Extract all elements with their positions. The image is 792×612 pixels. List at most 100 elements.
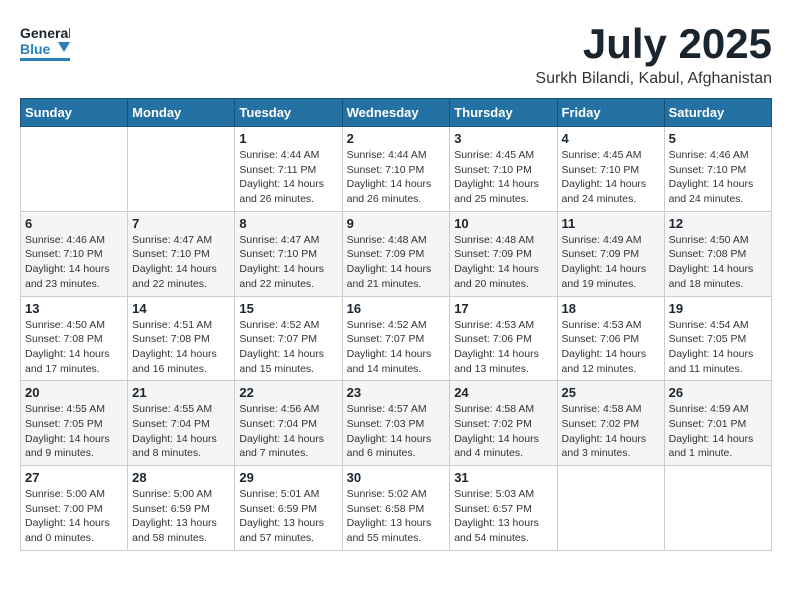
- day-number: 28: [132, 470, 230, 485]
- day-number: 4: [562, 131, 660, 146]
- day-info: Sunrise: 4:52 AM Sunset: 7:07 PM Dayligh…: [239, 318, 337, 377]
- week-row-3: 13 Sunrise: 4:50 AM Sunset: 7:08 PM Dayli…: [21, 296, 772, 381]
- day-info: Sunrise: 4:49 AM Sunset: 7:09 PM Dayligh…: [562, 233, 660, 292]
- day-number: 15: [239, 301, 337, 316]
- day-info: Sunrise: 4:47 AM Sunset: 7:10 PM Dayligh…: [239, 233, 337, 292]
- day-number: 7: [132, 216, 230, 231]
- day-number: 13: [25, 301, 123, 316]
- day-info: Sunrise: 4:58 AM Sunset: 7:02 PM Dayligh…: [454, 402, 552, 461]
- day-info: Sunrise: 5:01 AM Sunset: 6:59 PM Dayligh…: [239, 487, 337, 546]
- day-number: 30: [347, 470, 446, 485]
- day-info: Sunrise: 4:53 AM Sunset: 7:06 PM Dayligh…: [562, 318, 660, 377]
- weekday-header-monday: Monday: [128, 99, 235, 127]
- day-info: Sunrise: 4:55 AM Sunset: 7:04 PM Dayligh…: [132, 402, 230, 461]
- day-number: 17: [454, 301, 552, 316]
- day-number: 29: [239, 470, 337, 485]
- day-number: 22: [239, 385, 337, 400]
- weekday-header-wednesday: Wednesday: [342, 99, 450, 127]
- weekday-header-sunday: Sunday: [21, 99, 128, 127]
- week-row-1: 1 Sunrise: 4:44 AM Sunset: 7:11 PM Daylig…: [21, 127, 772, 212]
- week-row-2: 6 Sunrise: 4:46 AM Sunset: 7:10 PM Daylig…: [21, 211, 772, 296]
- day-number: 1: [239, 131, 337, 146]
- day-number: 9: [347, 216, 446, 231]
- calendar-cell: 20 Sunrise: 4:55 AM Sunset: 7:05 PM Dayli…: [21, 381, 128, 466]
- weekday-header-tuesday: Tuesday: [235, 99, 342, 127]
- day-number: 27: [25, 470, 123, 485]
- day-number: 20: [25, 385, 123, 400]
- calendar-cell: 25 Sunrise: 4:58 AM Sunset: 7:02 PM Dayli…: [557, 381, 664, 466]
- calendar-cell: 7 Sunrise: 4:47 AM Sunset: 7:10 PM Daylig…: [128, 211, 235, 296]
- title-block: July 2025 Surkh Bilandi, Kabul, Afghanis…: [535, 20, 772, 88]
- day-number: 18: [562, 301, 660, 316]
- day-number: 21: [132, 385, 230, 400]
- day-info: Sunrise: 4:56 AM Sunset: 7:04 PM Dayligh…: [239, 402, 337, 461]
- day-number: 14: [132, 301, 230, 316]
- day-number: 8: [239, 216, 337, 231]
- calendar-cell: [664, 466, 771, 551]
- day-number: 31: [454, 470, 552, 485]
- day-number: 25: [562, 385, 660, 400]
- weekday-header-saturday: Saturday: [664, 99, 771, 127]
- svg-text:Blue: Blue: [20, 41, 51, 57]
- calendar-cell: 14 Sunrise: 4:51 AM Sunset: 7:08 PM Dayli…: [128, 296, 235, 381]
- day-info: Sunrise: 4:47 AM Sunset: 7:10 PM Dayligh…: [132, 233, 230, 292]
- calendar-cell: 30 Sunrise: 5:02 AM Sunset: 6:58 PM Dayli…: [342, 466, 450, 551]
- calendar-cell: 10Sunrise: 4:48 AM Sunset: 7:09 PM Dayli…: [450, 211, 557, 296]
- calendar-cell: 13 Sunrise: 4:50 AM Sunset: 7:08 PM Dayli…: [21, 296, 128, 381]
- day-info: Sunrise: 4:44 AM Sunset: 7:11 PM Dayligh…: [239, 148, 337, 207]
- day-info: Sunrise: 4:46 AM Sunset: 7:10 PM Dayligh…: [25, 233, 123, 292]
- day-number: 16: [347, 301, 446, 316]
- weekday-header-row: SundayMondayTuesdayWednesdayThursdayFrid…: [21, 99, 772, 127]
- day-number: 6: [25, 216, 123, 231]
- calendar-cell: 9Sunrise: 4:48 AM Sunset: 7:09 PM Daylig…: [342, 211, 450, 296]
- day-info: Sunrise: 5:02 AM Sunset: 6:58 PM Dayligh…: [347, 487, 446, 546]
- calendar-cell: 24 Sunrise: 4:58 AM Sunset: 7:02 PM Dayli…: [450, 381, 557, 466]
- week-row-5: 27 Sunrise: 5:00 AM Sunset: 7:00 PM Dayli…: [21, 466, 772, 551]
- calendar-cell: [21, 127, 128, 212]
- calendar-cell: 2Sunrise: 4:44 AM Sunset: 7:10 PM Daylig…: [342, 127, 450, 212]
- day-info: Sunrise: 4:50 AM Sunset: 7:08 PM Dayligh…: [25, 318, 123, 377]
- day-info: Sunrise: 5:00 AM Sunset: 7:00 PM Dayligh…: [25, 487, 123, 546]
- calendar-cell: 6 Sunrise: 4:46 AM Sunset: 7:10 PM Daylig…: [21, 211, 128, 296]
- calendar-cell: 11Sunrise: 4:49 AM Sunset: 7:09 PM Dayli…: [557, 211, 664, 296]
- calendar-cell: 19 Sunrise: 4:54 AM Sunset: 7:05 PM Dayli…: [664, 296, 771, 381]
- month-title: July 2025: [535, 20, 772, 68]
- calendar-cell: 23 Sunrise: 4:57 AM Sunset: 7:03 PM Dayli…: [342, 381, 450, 466]
- weekday-header-friday: Friday: [557, 99, 664, 127]
- day-info: Sunrise: 4:46 AM Sunset: 7:10 PM Dayligh…: [669, 148, 767, 207]
- calendar-cell: 21 Sunrise: 4:55 AM Sunset: 7:04 PM Dayli…: [128, 381, 235, 466]
- calendar-cell: 5Sunrise: 4:46 AM Sunset: 7:10 PM Daylig…: [664, 127, 771, 212]
- day-number: 19: [669, 301, 767, 316]
- day-info: Sunrise: 4:45 AM Sunset: 7:10 PM Dayligh…: [562, 148, 660, 207]
- weekday-header-thursday: Thursday: [450, 99, 557, 127]
- calendar-cell: 8 Sunrise: 4:47 AM Sunset: 7:10 PM Daylig…: [235, 211, 342, 296]
- calendar-cell: 4 Sunrise: 4:45 AM Sunset: 7:10 PM Daylig…: [557, 127, 664, 212]
- week-row-4: 20 Sunrise: 4:55 AM Sunset: 7:05 PM Dayli…: [21, 381, 772, 466]
- calendar-cell: [557, 466, 664, 551]
- calendar-cell: 16 Sunrise: 4:52 AM Sunset: 7:07 PM Dayli…: [342, 296, 450, 381]
- day-info: Sunrise: 4:58 AM Sunset: 7:02 PM Dayligh…: [562, 402, 660, 461]
- calendar-cell: 22 Sunrise: 4:56 AM Sunset: 7:04 PM Dayli…: [235, 381, 342, 466]
- calendar-cell: 1 Sunrise: 4:44 AM Sunset: 7:11 PM Daylig…: [235, 127, 342, 212]
- logo-icon: General Blue: [20, 20, 70, 70]
- calendar-cell: 27 Sunrise: 5:00 AM Sunset: 7:00 PM Dayli…: [21, 466, 128, 551]
- calendar-cell: 31 Sunrise: 5:03 AM Sunset: 6:57 PM Dayli…: [450, 466, 557, 551]
- day-info: Sunrise: 5:00 AM Sunset: 6:59 PM Dayligh…: [132, 487, 230, 546]
- logo: General Blue: [20, 20, 74, 70]
- day-info: Sunrise: 4:51 AM Sunset: 7:08 PM Dayligh…: [132, 318, 230, 377]
- calendar-cell: 29 Sunrise: 5:01 AM Sunset: 6:59 PM Dayli…: [235, 466, 342, 551]
- day-info: Sunrise: 4:57 AM Sunset: 7:03 PM Dayligh…: [347, 402, 446, 461]
- calendar-table: SundayMondayTuesdayWednesdayThursdayFrid…: [20, 98, 772, 551]
- day-info: Sunrise: 4:59 AM Sunset: 7:01 PM Dayligh…: [669, 402, 767, 461]
- day-number: 24: [454, 385, 552, 400]
- day-info: Sunrise: 5:03 AM Sunset: 6:57 PM Dayligh…: [454, 487, 552, 546]
- calendar-cell: 17Sunrise: 4:53 AM Sunset: 7:06 PM Dayli…: [450, 296, 557, 381]
- calendar-cell: 18 Sunrise: 4:53 AM Sunset: 7:06 PM Dayli…: [557, 296, 664, 381]
- calendar-cell: [128, 127, 235, 212]
- day-info: Sunrise: 4:52 AM Sunset: 7:07 PM Dayligh…: [347, 318, 446, 377]
- day-info: Sunrise: 4:54 AM Sunset: 7:05 PM Dayligh…: [669, 318, 767, 377]
- day-info: Sunrise: 4:55 AM Sunset: 7:05 PM Dayligh…: [25, 402, 123, 461]
- day-number: 3: [454, 131, 552, 146]
- calendar-cell: 12Sunrise: 4:50 AM Sunset: 7:08 PM Dayli…: [664, 211, 771, 296]
- day-number: 23: [347, 385, 446, 400]
